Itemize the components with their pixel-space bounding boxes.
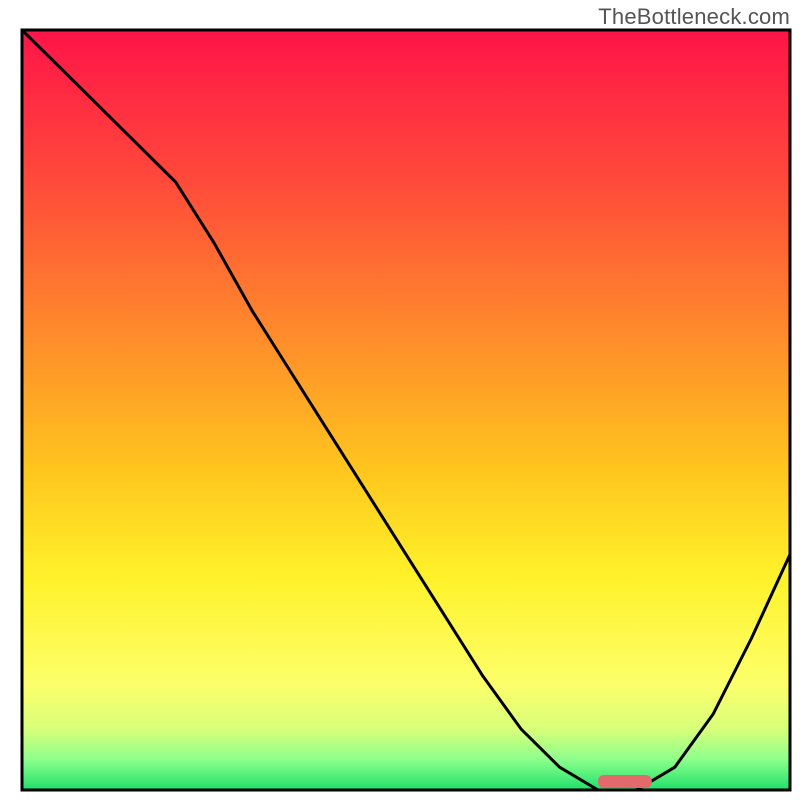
bottleneck-chart bbox=[0, 0, 800, 800]
chart-container: TheBottleneck.com bbox=[0, 0, 800, 800]
optimal-marker bbox=[598, 775, 652, 788]
